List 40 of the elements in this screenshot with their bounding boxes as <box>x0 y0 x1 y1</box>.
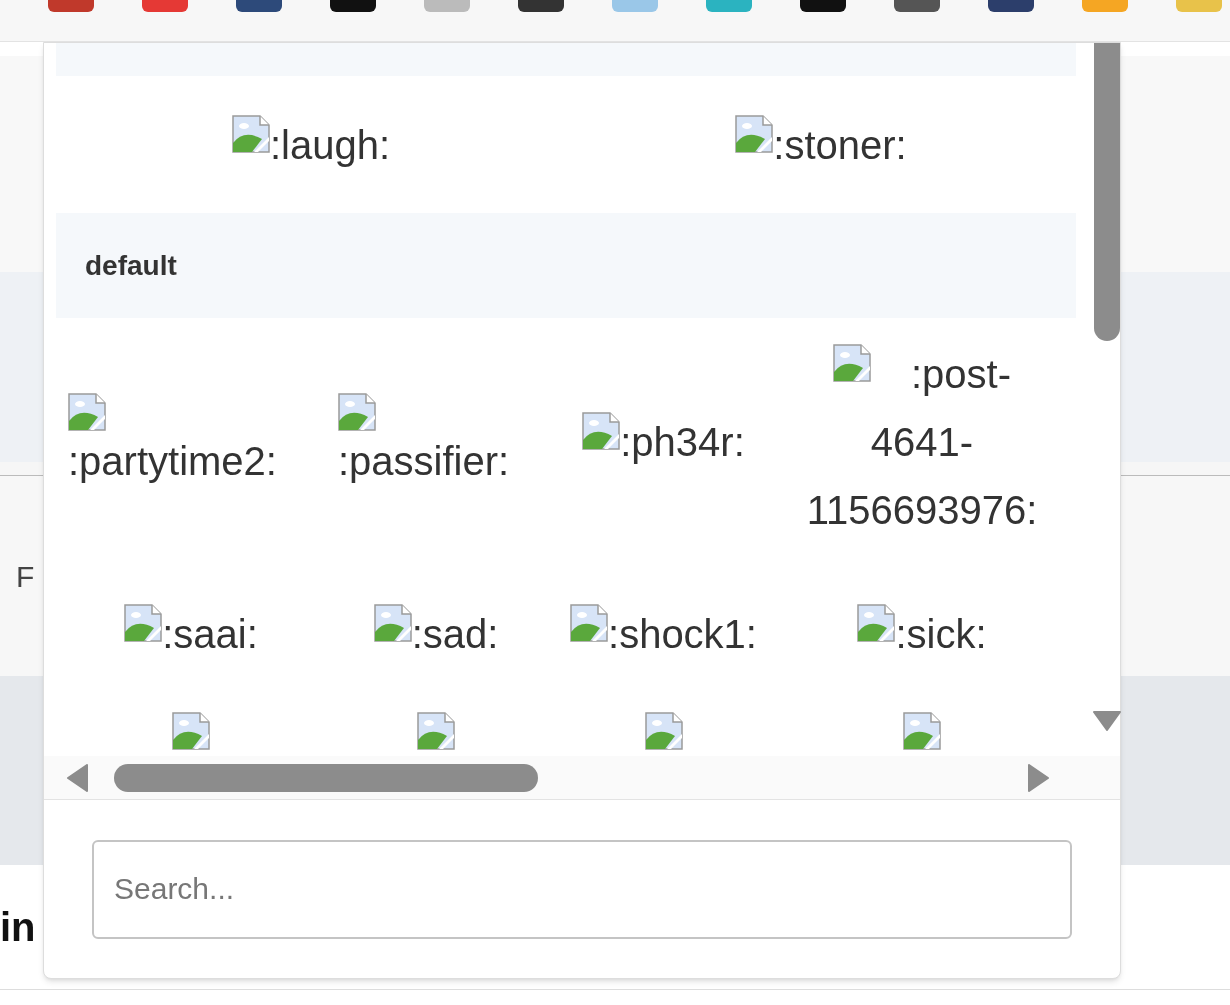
broken-image-icon <box>570 604 608 642</box>
page-heading: in <box>0 904 36 951</box>
emoji-item[interactable]: :partytime2: <box>68 393 277 491</box>
section-title: default <box>85 248 177 283</box>
broken-image-icon <box>373 604 412 642</box>
broken-image-icon <box>857 604 896 642</box>
scroll-left-icon[interactable] <box>66 763 88 792</box>
search-field[interactable]: Search... <box>92 839 1072 939</box>
emoji-item[interactable]: :post-4641-1156693976: <box>787 340 1057 544</box>
broken-image-icon <box>582 412 621 450</box>
scrollbar-thumb[interactable] <box>114 763 538 792</box>
emoji-item[interactable]: :laugh: <box>231 114 391 175</box>
emoji-item[interactable]: :passifier: <box>338 393 510 491</box>
broken-image-icon <box>68 393 106 431</box>
bookmark-icon[interactable] <box>330 0 376 12</box>
emoji-item[interactable]: :sad: <box>373 604 499 664</box>
scrollbar-thumb[interactable] <box>1094 43 1120 341</box>
bookmark-icon[interactable] <box>988 0 1034 12</box>
broken-image-icon <box>417 712 455 750</box>
emoji-item[interactable]: :sick: <box>857 604 987 664</box>
broken-image-icon <box>735 114 774 153</box>
emoji-item[interactable]: :shock1: <box>570 604 757 664</box>
broken-image-icon <box>172 712 210 750</box>
broken-image-icon <box>903 712 941 750</box>
broken-image-icon <box>832 344 871 382</box>
page-text: F <box>16 558 35 595</box>
emoji-item[interactable]: :saai: <box>124 604 258 664</box>
bookmark-icon[interactable] <box>800 0 846 12</box>
broken-image-icon <box>338 393 376 431</box>
bookmark-icon[interactable] <box>894 0 940 12</box>
bookmark-icon[interactable] <box>236 0 282 12</box>
horizontal-scrollbar[interactable] <box>44 756 1120 800</box>
bookmark-icon[interactable] <box>518 0 564 12</box>
broken-image-icon <box>644 712 683 750</box>
emoji-item[interactable]: :stoner: <box>735 114 907 175</box>
broken-image-icon <box>231 114 270 153</box>
scroll-down-icon[interactable] <box>1093 711 1121 731</box>
broken-image-icon <box>124 604 163 642</box>
emoji-item[interactable]: :ph34r: <box>582 412 745 472</box>
scroll-right-icon[interactable] <box>1028 763 1050 792</box>
